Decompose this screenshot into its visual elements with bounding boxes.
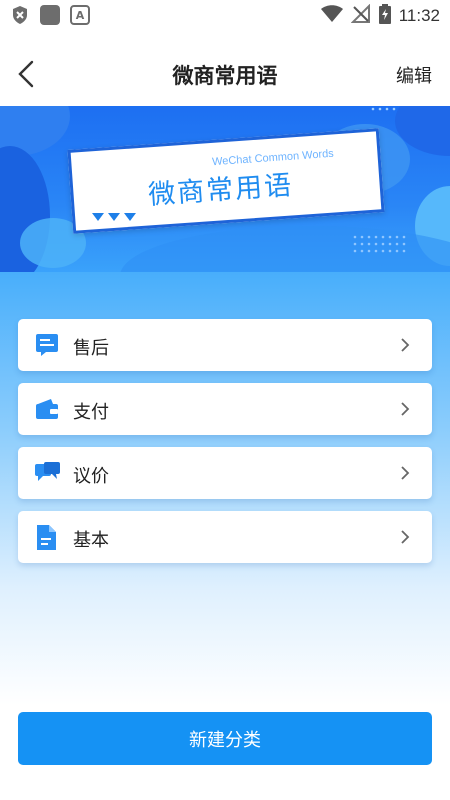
new-category-button[interactable]: 新建分类	[18, 712, 432, 765]
font-a-icon: A	[70, 5, 90, 25]
category-item-basic[interactable]: 基本	[18, 511, 432, 563]
triangle-decor	[108, 213, 120, 221]
navigation-bar: 微商常用语 编辑	[0, 32, 450, 106]
triangle-decor	[124, 213, 136, 221]
category-label: 议价	[73, 466, 109, 487]
category-label: 支付	[73, 402, 109, 423]
category-item-payment[interactable]: 支付	[18, 383, 432, 435]
dot-grid-decor	[371, 107, 396, 111]
battery-icon	[378, 4, 391, 28]
page-title: 微商常用语	[172, 64, 278, 88]
edit-button[interactable]: 编辑	[396, 62, 432, 88]
chevron-right-icon	[400, 337, 410, 353]
wifi-icon	[320, 5, 343, 27]
chat-doc-icon	[35, 333, 59, 357]
app-square-icon	[40, 5, 60, 25]
category-label: 售后	[73, 338, 109, 359]
chat-bubbles-icon	[35, 461, 60, 485]
chevron-right-icon	[400, 529, 410, 545]
dot-grid-decor	[353, 235, 406, 253]
status-bar: A 11:32	[0, 0, 450, 32]
no-signal-icon	[350, 3, 371, 28]
status-right-icons: 11:32	[320, 3, 440, 28]
wallet-icon	[35, 397, 59, 421]
status-time: 11:32	[398, 6, 440, 25]
document-icon	[35, 525, 59, 550]
shield-x-icon	[10, 5, 30, 25]
category-label: 基本	[73, 530, 109, 551]
chevron-right-icon	[400, 465, 410, 481]
status-left-icons: A	[10, 5, 90, 25]
category-item-bargain[interactable]: 议价	[18, 447, 432, 499]
header-banner: WeChat Common Words 微商常用语	[0, 106, 450, 272]
chevron-right-icon	[400, 401, 410, 417]
category-item-after-sales[interactable]: 售后	[18, 319, 432, 371]
triangle-decor	[92, 213, 104, 221]
